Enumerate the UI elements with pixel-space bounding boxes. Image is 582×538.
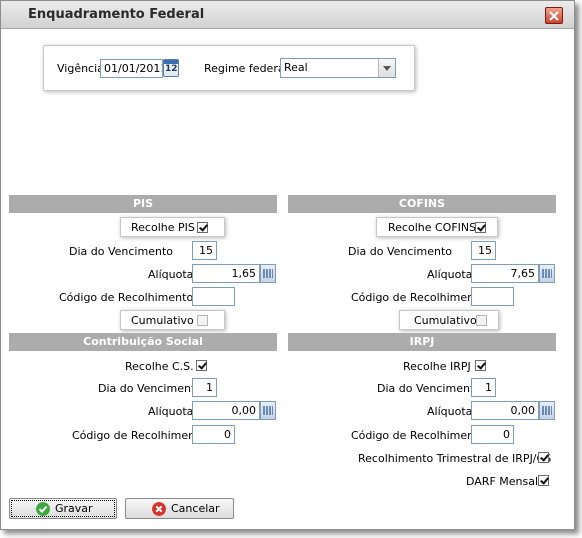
vigencia-date-input[interactable]: 01/01/2011 [100, 59, 163, 78]
pis-aliquota-label: Alíquota [148, 268, 194, 281]
recolhe-irpj-label: Recolhe IRPJ [403, 360, 471, 373]
pis-vencimento-label: Dia do Vencimento [69, 245, 173, 258]
cs-aliquota-label: Alíquota [148, 405, 194, 418]
vigencia-regime-group: Vigência 01/01/2011 12 Regime federal Re… [43, 45, 415, 91]
cofins-aliquota-calculator-icon[interactable] [539, 264, 555, 283]
irpj-codigo-label: Código de Recolhimento [351, 429, 486, 442]
irpj-aliquota-input[interactable]: 0,00 [471, 401, 539, 420]
recolhe-cs-label: Recolhe C.S. [125, 360, 194, 373]
cofins-vencimento-input[interactable]: 15 [471, 241, 496, 260]
regime-federal-select[interactable]: Real [280, 58, 396, 78]
regime-federal-value: Real [284, 61, 308, 74]
recolhe-cofins-label: Recolhe COFINS [388, 221, 477, 234]
irpj-section-header: IRPJ [288, 333, 556, 351]
irpj-codigo-input[interactable]: 0 [471, 425, 514, 444]
cs-section-header: Contribuição Social [9, 333, 277, 351]
irpj-vencimento-label: Dia do Vencimento [377, 382, 481, 395]
close-icon [549, 11, 559, 21]
pis-codigo-label: Código de Recolhimento [59, 291, 194, 304]
cofins-codigo-input[interactable] [471, 287, 514, 306]
cofins-aliquota-input[interactable]: 7,65 [471, 264, 539, 283]
cs-vencimento-input[interactable]: 1 [192, 378, 217, 397]
pis-cumulativo-checkbox[interactable] [197, 315, 208, 326]
pis-aliquota-input[interactable]: 1,65 [192, 264, 260, 283]
trimestral-checkbox[interactable] [538, 452, 549, 463]
recolhe-cofins-group: Recolhe COFINS [376, 217, 498, 237]
darf-mensal-label: DARF Mensal [466, 475, 539, 488]
dialog-window: Enquadramento Federal Vigência 01/01/201… [0, 0, 575, 530]
cofins-codigo-label: Código de Recolhimento [351, 291, 486, 304]
recolhe-pis-group: Recolhe PIS [120, 217, 225, 237]
cs-vencimento-label: Dia do Vencimento [98, 382, 202, 395]
irpj-vencimento-input[interactable]: 1 [471, 378, 496, 397]
pis-aliquota-calculator-icon[interactable] [260, 264, 276, 283]
trimestral-label: Recolhimento Trimestral de IRPJ/CS [358, 452, 552, 465]
pis-codigo-input[interactable] [192, 287, 235, 306]
pis-cumulativo-label: Cumulativo [131, 314, 194, 327]
pis-cumulativo-group: Cumulativo [120, 310, 225, 330]
recolhe-cofins-checkbox[interactable] [475, 222, 486, 233]
cs-aliquota-input[interactable]: 0,00 [192, 401, 260, 420]
title-bar: Enquadramento Federal [1, 1, 574, 29]
cs-codigo-label: Código de Recolhimento [72, 429, 207, 442]
close-button[interactable] [545, 7, 563, 24]
irpj-aliquota-label: Alíquota [427, 405, 473, 418]
calendar-icon[interactable]: 12 [163, 59, 179, 77]
darf-mensal-checkbox[interactable] [538, 475, 549, 486]
recolhe-pis-label: Recolhe PIS [131, 221, 195, 234]
pis-section-header: PIS [9, 195, 277, 213]
gravar-label: Gravar [55, 502, 93, 515]
cancel-icon [152, 502, 166, 516]
vigencia-label: Vigência [57, 62, 104, 75]
gravar-button[interactable]: Gravar [9, 498, 117, 519]
cancelar-button[interactable]: Cancelar [125, 498, 234, 519]
check-icon [36, 502, 50, 516]
recolhe-cs-checkbox[interactable] [196, 360, 207, 371]
cofins-vencimento-label: Dia do Vencimento [348, 245, 452, 258]
recolhe-pis-checkbox[interactable] [197, 222, 208, 233]
chevron-down-icon[interactable] [378, 59, 395, 77]
window-title: Enquadramento Federal [28, 7, 205, 22]
recolhe-irpj-checkbox[interactable] [475, 360, 486, 371]
cofins-section-header: COFINS [288, 195, 556, 213]
irpj-aliquota-calculator-icon[interactable] [539, 401, 555, 420]
cofins-cumulativo-group: Cumulativo [399, 310, 499, 330]
pis-vencimento-input[interactable]: 15 [192, 241, 217, 260]
cofins-cumulativo-checkbox[interactable] [476, 315, 487, 326]
cancelar-label: Cancelar [171, 502, 220, 515]
cofins-aliquota-label: Alíquota [427, 268, 473, 281]
regime-federal-label: Regime federal [204, 62, 288, 75]
calendar-icon-day: 12 [165, 64, 178, 74]
cs-aliquota-calculator-icon[interactable] [260, 401, 276, 420]
cs-codigo-input[interactable]: 0 [192, 425, 235, 444]
cofins-cumulativo-label: Cumulativo [414, 314, 477, 327]
